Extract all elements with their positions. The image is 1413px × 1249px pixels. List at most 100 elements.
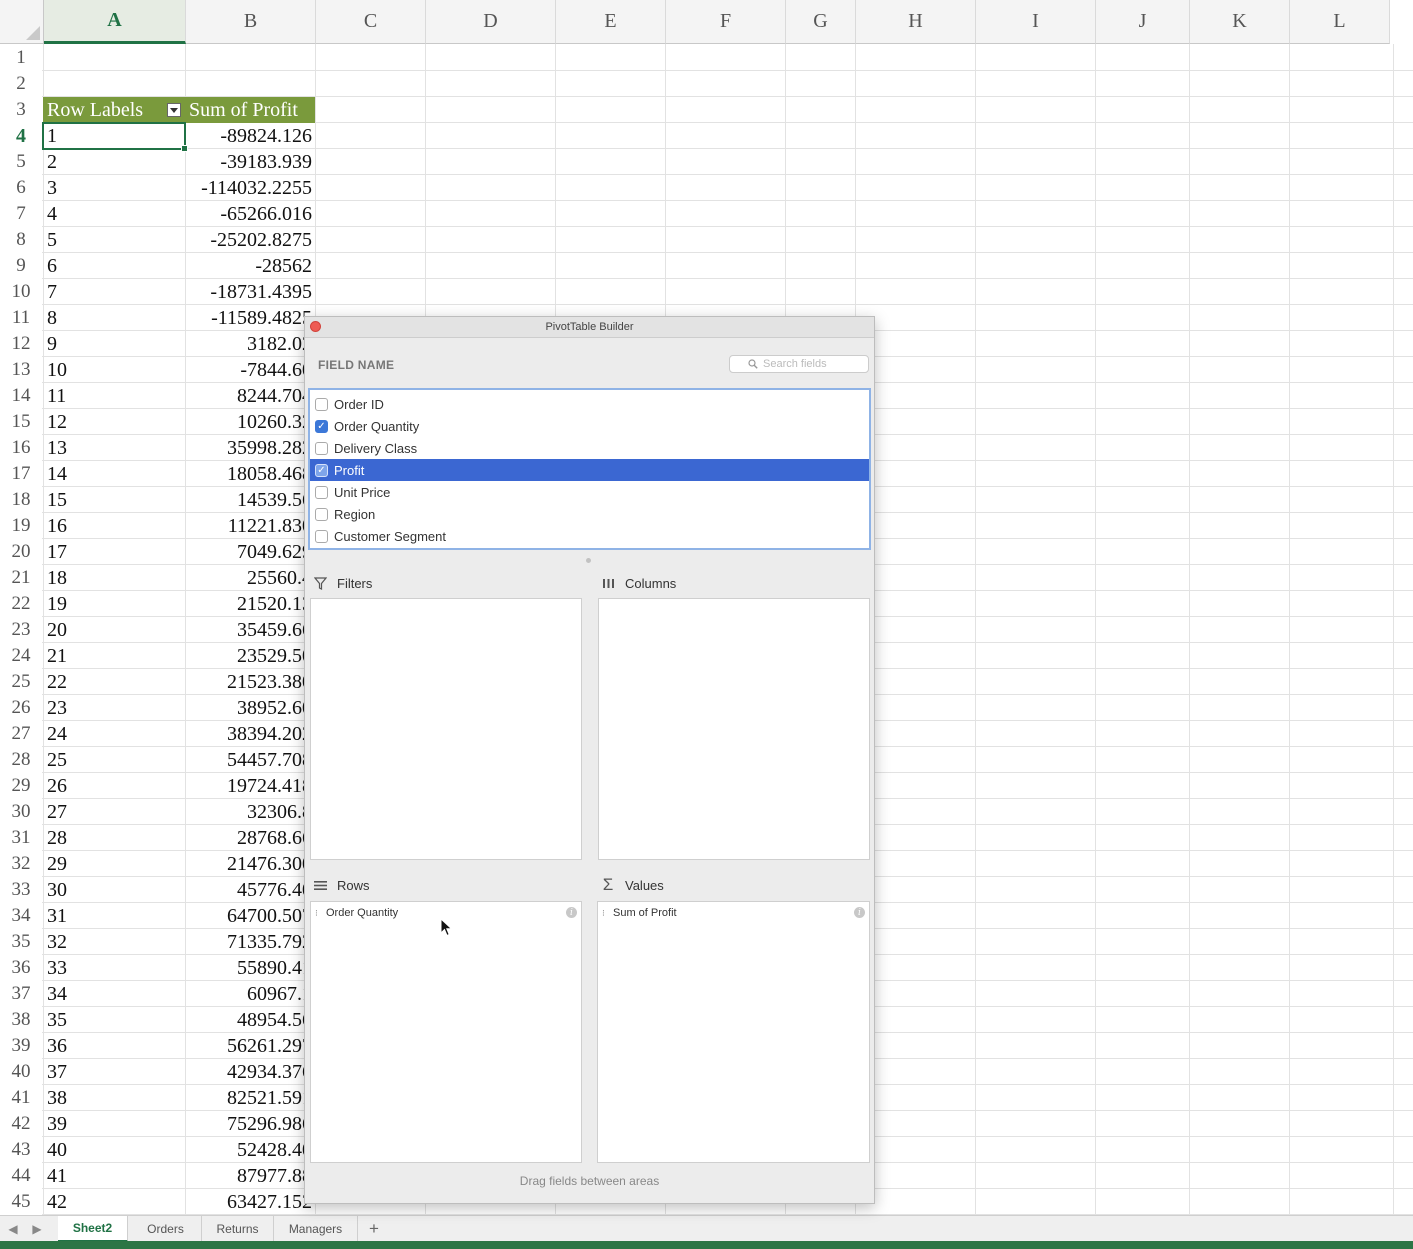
cell-sum-of-profit[interactable]: -28562	[186, 253, 314, 279]
cell-row-label[interactable]: 34	[43, 981, 185, 1007]
next-sheet-icon[interactable]: ▶	[30, 1216, 44, 1242]
filter-dropdown-icon[interactable]	[167, 103, 182, 117]
field-list[interactable]: Order ID ✓ Order Quantity Delivery Class ✓ Pr…	[308, 388, 871, 550]
field-checkbox[interactable]	[315, 507, 328, 521]
cell-row-label[interactable]: 11	[43, 383, 185, 409]
field-item[interactable]: Unit Price	[310, 481, 869, 503]
splitter-handle[interactable]	[586, 558, 591, 563]
row-header-12[interactable]: 12	[0, 331, 42, 357]
cell-row-label[interactable]: 35	[43, 1007, 185, 1033]
row-header-22[interactable]: 22	[0, 591, 42, 617]
row-header-33[interactable]: 33	[0, 877, 42, 903]
field-checkbox[interactable]: ✓	[315, 419, 328, 433]
row-header-6[interactable]: 6	[0, 175, 42, 201]
sheet-tab-orders[interactable]: Orders	[130, 1216, 202, 1242]
row-header-43[interactable]: 43	[0, 1137, 42, 1163]
cell-row-label[interactable]: 16	[43, 513, 185, 539]
cell-sum-of-profit[interactable]: -18731.4395	[186, 279, 314, 305]
column-header-j[interactable]: J	[1096, 0, 1190, 44]
cell-row-label[interactable]: 19	[43, 591, 185, 617]
cell-sum-of-profit[interactable]: 55890.41	[186, 955, 314, 981]
cell-sum-of-profit[interactable]: 21520.13	[186, 591, 314, 617]
pivot-header-row-labels[interactable]: Row Labels	[43, 97, 186, 123]
add-sheet-button[interactable]: +	[358, 1216, 390, 1242]
cell-sum-of-profit[interactable]: 87977.88	[186, 1163, 314, 1189]
cell-sum-of-profit[interactable]: 11221.830	[186, 513, 314, 539]
row-header-25[interactable]: 25	[0, 669, 42, 695]
row-header-40[interactable]: 40	[0, 1059, 42, 1085]
row-header-5[interactable]: 5	[0, 149, 42, 175]
close-icon[interactable]	[310, 321, 321, 332]
row-header-37[interactable]: 37	[0, 981, 42, 1007]
info-icon[interactable]: i	[566, 907, 577, 918]
rows-drop-area[interactable]: ⁝ Order Quantity i	[310, 901, 582, 1163]
values-drop-area[interactable]: ⁝ Sum of Profit i	[597, 901, 870, 1163]
cell-sum-of-profit[interactable]: 75296.986	[186, 1111, 314, 1137]
row-header-38[interactable]: 38	[0, 1007, 42, 1033]
field-checkbox[interactable]	[315, 485, 328, 499]
cell-sum-of-profit[interactable]: 56261.297	[186, 1033, 314, 1059]
row-header-11[interactable]: 11	[0, 305, 42, 331]
field-checkbox[interactable]	[315, 397, 328, 411]
field-item[interactable]: ✓ Order Quantity	[310, 415, 869, 437]
cell-row-label[interactable]: 20	[43, 617, 185, 643]
row-header-44[interactable]: 44	[0, 1163, 42, 1189]
cell-row-label[interactable]: 40	[43, 1137, 185, 1163]
row-header-32[interactable]: 32	[0, 851, 42, 877]
field-checkbox[interactable]	[315, 529, 328, 543]
pivot-header-sum-of-profit[interactable]: Sum of Profit	[186, 97, 315, 123]
pivottable-builder-panel[interactable]: PivotTable Builder FIELD NAME Search fie…	[304, 316, 875, 1204]
column-header-l[interactable]: L	[1290, 0, 1390, 44]
sheet-tab-managers[interactable]: Managers	[274, 1216, 358, 1242]
field-checkbox[interactable]	[315, 441, 328, 455]
cell-sum-of-profit[interactable]: 35459.66	[186, 617, 314, 643]
column-header-e[interactable]: E	[556, 0, 666, 44]
row-header-29[interactable]: 29	[0, 773, 42, 799]
field-item[interactable]: ✓ Profit	[310, 459, 869, 481]
cell-sum-of-profit[interactable]: 60967.1	[186, 981, 314, 1007]
cell-row-label[interactable]: 8	[43, 305, 185, 331]
cell-row-label[interactable]: 33	[43, 955, 185, 981]
row-header-8[interactable]: 8	[0, 227, 42, 253]
row-header-10[interactable]: 10	[0, 279, 42, 305]
row-header-4[interactable]: 4	[0, 123, 42, 149]
cell-row-label[interactable]: 42	[43, 1189, 185, 1215]
cell-row-label[interactable]: 17	[43, 539, 185, 565]
row-header-26[interactable]: 26	[0, 695, 42, 721]
column-header-a[interactable]: A	[44, 0, 186, 44]
cell-sum-of-profit[interactable]: 21476.300	[186, 851, 314, 877]
cell-sum-of-profit[interactable]: 52428.40	[186, 1137, 314, 1163]
row-header-39[interactable]: 39	[0, 1033, 42, 1059]
cell-row-label[interactable]: 29	[43, 851, 185, 877]
info-icon[interactable]: i	[854, 907, 865, 918]
cell-sum-of-profit[interactable]: -65266.016	[186, 201, 314, 227]
row-header-36[interactable]: 36	[0, 955, 42, 981]
values-field-chip[interactable]: ⁝ Sum of Profit i	[598, 904, 869, 922]
column-header-k[interactable]: K	[1190, 0, 1290, 44]
cell-row-label[interactable]: 15	[43, 487, 185, 513]
cell-row-label[interactable]: 10	[43, 357, 185, 383]
row-header-35[interactable]: 35	[0, 929, 42, 955]
cell-sum-of-profit[interactable]: -89824.126	[186, 123, 314, 149]
cell-row-label[interactable]: 36	[43, 1033, 185, 1059]
previous-sheet-icon[interactable]: ◀	[6, 1216, 20, 1242]
cell-sum-of-profit[interactable]: 10260.32	[186, 409, 314, 435]
column-header-i[interactable]: I	[976, 0, 1096, 44]
row-header-45[interactable]: 45	[0, 1189, 42, 1215]
cell-row-label[interactable]: 5	[43, 227, 185, 253]
cell-row-label[interactable]: 39	[43, 1111, 185, 1137]
cell-sum-of-profit[interactable]: 32306.8	[186, 799, 314, 825]
column-header-c[interactable]: C	[316, 0, 426, 44]
cell-row-label[interactable]: 6	[43, 253, 185, 279]
cell-sum-of-profit[interactable]: 23529.50	[186, 643, 314, 669]
cell-row-label[interactable]: 18	[43, 565, 185, 591]
cell-row-label[interactable]: 28	[43, 825, 185, 851]
cell-row-label[interactable]: 38	[43, 1085, 185, 1111]
cell-sum-of-profit[interactable]: -114032.2255	[186, 175, 314, 201]
row-header-1[interactable]: 1	[0, 45, 42, 71]
cell-row-label[interactable]: 26	[43, 773, 185, 799]
cell-sum-of-profit[interactable]: 71335.792	[186, 929, 314, 955]
column-header-h[interactable]: H	[856, 0, 976, 44]
cell-row-label[interactable]: 9	[43, 331, 185, 357]
cell-sum-of-profit[interactable]: 54457.708	[186, 747, 314, 773]
